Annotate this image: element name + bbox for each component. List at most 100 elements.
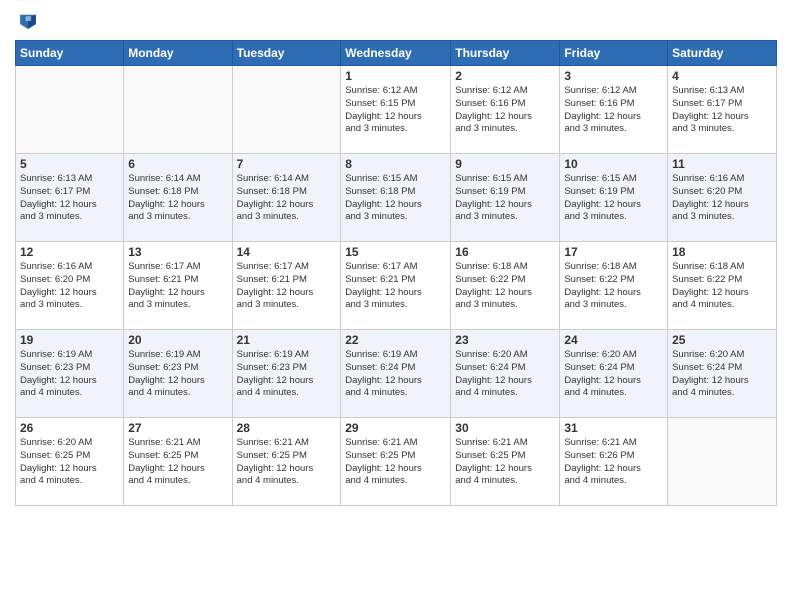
calendar-cell: 5 Sunrise: 6:13 AM Sunset: 6:17 PM Daylig…	[16, 154, 124, 242]
day-info: Sunrise: 6:14 AM Sunset: 6:18 PM Dayligh…	[128, 173, 227, 224]
day-number: 10	[564, 157, 663, 171]
weekday-header-friday: Friday	[560, 41, 668, 66]
day-info: Sunrise: 6:19 AM Sunset: 6:24 PM Dayligh…	[345, 349, 446, 400]
day-number: 14	[237, 245, 337, 259]
calendar-table: SundayMondayTuesdayWednesdayThursdayFrid…	[15, 40, 777, 506]
calendar-cell	[16, 66, 124, 154]
day-info: Sunrise: 6:15 AM Sunset: 6:19 PM Dayligh…	[564, 173, 663, 224]
calendar-cell: 21 Sunrise: 6:19 AM Sunset: 6:23 PM Dayli…	[232, 330, 341, 418]
day-info: Sunrise: 6:13 AM Sunset: 6:17 PM Dayligh…	[20, 173, 119, 224]
day-number: 28	[237, 421, 337, 435]
calendar-cell: 26 Sunrise: 6:20 AM Sunset: 6:25 PM Dayli…	[16, 418, 124, 506]
day-info: Sunrise: 6:21 AM Sunset: 6:25 PM Dayligh…	[128, 437, 227, 488]
calendar-cell: 11 Sunrise: 6:16 AM Sunset: 6:20 PM Dayli…	[668, 154, 777, 242]
day-number: 4	[672, 69, 772, 83]
calendar-cell: 4 Sunrise: 6:13 AM Sunset: 6:17 PM Daylig…	[668, 66, 777, 154]
calendar-cell: 1 Sunrise: 6:12 AM Sunset: 6:15 PM Daylig…	[341, 66, 451, 154]
day-info: Sunrise: 6:17 AM Sunset: 6:21 PM Dayligh…	[345, 261, 446, 312]
weekday-header-saturday: Saturday	[668, 41, 777, 66]
day-info: Sunrise: 6:18 AM Sunset: 6:22 PM Dayligh…	[455, 261, 555, 312]
day-info: Sunrise: 6:13 AM Sunset: 6:17 PM Dayligh…	[672, 85, 772, 136]
day-number: 6	[128, 157, 227, 171]
header	[15, 10, 777, 32]
day-info: Sunrise: 6:18 AM Sunset: 6:22 PM Dayligh…	[564, 261, 663, 312]
day-number: 15	[345, 245, 446, 259]
calendar-cell: 20 Sunrise: 6:19 AM Sunset: 6:23 PM Dayli…	[124, 330, 232, 418]
calendar-week-1: 1 Sunrise: 6:12 AM Sunset: 6:15 PM Daylig…	[16, 66, 777, 154]
logo-area	[15, 10, 43, 32]
day-info: Sunrise: 6:21 AM Sunset: 6:25 PM Dayligh…	[237, 437, 337, 488]
day-info: Sunrise: 6:19 AM Sunset: 6:23 PM Dayligh…	[237, 349, 337, 400]
day-number: 17	[564, 245, 663, 259]
weekday-header-monday: Monday	[124, 41, 232, 66]
day-number: 27	[128, 421, 227, 435]
day-info: Sunrise: 6:15 AM Sunset: 6:19 PM Dayligh…	[455, 173, 555, 224]
calendar-cell: 30Sunrise: 6:21 AM Sunset: 6:25 PM Dayli…	[451, 418, 560, 506]
day-number: 11	[672, 157, 772, 171]
calendar-cell: 24Sunrise: 6:20 AM Sunset: 6:24 PM Dayli…	[560, 330, 668, 418]
day-info: Sunrise: 6:18 AM Sunset: 6:22 PM Dayligh…	[672, 261, 772, 312]
day-number: 8	[345, 157, 446, 171]
day-number: 26	[20, 421, 119, 435]
calendar-cell: 15 Sunrise: 6:17 AM Sunset: 6:21 PM Dayli…	[341, 242, 451, 330]
day-number: 1	[345, 69, 446, 83]
calendar-week-5: 26 Sunrise: 6:20 AM Sunset: 6:25 PM Dayli…	[16, 418, 777, 506]
weekday-header-row: SundayMondayTuesdayWednesdayThursdayFrid…	[16, 41, 777, 66]
calendar-cell: 29Sunrise: 6:21 AM Sunset: 6:25 PM Dayli…	[341, 418, 451, 506]
general-blue-logo-icon	[17, 10, 39, 32]
calendar-cell: 17 Sunrise: 6:18 AM Sunset: 6:22 PM Dayli…	[560, 242, 668, 330]
day-info: Sunrise: 6:20 AM Sunset: 6:25 PM Dayligh…	[20, 437, 119, 488]
calendar-week-2: 5 Sunrise: 6:13 AM Sunset: 6:17 PM Daylig…	[16, 154, 777, 242]
weekday-header-sunday: Sunday	[16, 41, 124, 66]
day-number: 30	[455, 421, 555, 435]
calendar-cell: 7Sunrise: 6:14 AM Sunset: 6:18 PM Daylig…	[232, 154, 341, 242]
day-info: Sunrise: 6:12 AM Sunset: 6:15 PM Dayligh…	[345, 85, 446, 136]
day-number: 21	[237, 333, 337, 347]
calendar-cell: 23 Sunrise: 6:20 AM Sunset: 6:24 PM Dayli…	[451, 330, 560, 418]
day-info: Sunrise: 6:20 AM Sunset: 6:24 PM Dayligh…	[564, 349, 663, 400]
day-info: Sunrise: 6:19 AM Sunset: 6:23 PM Dayligh…	[128, 349, 227, 400]
day-info: Sunrise: 6:12 AM Sunset: 6:16 PM Dayligh…	[455, 85, 555, 136]
day-number: 13	[128, 245, 227, 259]
day-number: 31	[564, 421, 663, 435]
day-info: Sunrise: 6:16 AM Sunset: 6:20 PM Dayligh…	[672, 173, 772, 224]
calendar-cell: 16 Sunrise: 6:18 AM Sunset: 6:22 PM Dayli…	[451, 242, 560, 330]
day-number: 20	[128, 333, 227, 347]
day-info: Sunrise: 6:15 AM Sunset: 6:18 PM Dayligh…	[345, 173, 446, 224]
day-number: 2	[455, 69, 555, 83]
calendar-cell: 25 Sunrise: 6:20 AM Sunset: 6:24 PM Dayli…	[668, 330, 777, 418]
calendar-cell: 3 Sunrise: 6:12 AM Sunset: 6:16 PM Daylig…	[560, 66, 668, 154]
calendar-week-3: 12Sunrise: 6:16 AM Sunset: 6:20 PM Dayli…	[16, 242, 777, 330]
day-info: Sunrise: 6:17 AM Sunset: 6:21 PM Dayligh…	[237, 261, 337, 312]
calendar-cell: 22 Sunrise: 6:19 AM Sunset: 6:24 PM Dayli…	[341, 330, 451, 418]
calendar-cell: 19 Sunrise: 6:19 AM Sunset: 6:23 PM Dayli…	[16, 330, 124, 418]
day-number: 25	[672, 333, 772, 347]
day-number: 22	[345, 333, 446, 347]
calendar-cell	[124, 66, 232, 154]
day-info: Sunrise: 6:20 AM Sunset: 6:24 PM Dayligh…	[455, 349, 555, 400]
day-number: 16	[455, 245, 555, 259]
calendar-cell	[668, 418, 777, 506]
calendar-cell: 13 Sunrise: 6:17 AM Sunset: 6:21 PM Dayli…	[124, 242, 232, 330]
calendar-cell: 6 Sunrise: 6:14 AM Sunset: 6:18 PM Daylig…	[124, 154, 232, 242]
weekday-header-tuesday: Tuesday	[232, 41, 341, 66]
calendar-cell: 8 Sunrise: 6:15 AM Sunset: 6:18 PM Daylig…	[341, 154, 451, 242]
day-info: Sunrise: 6:20 AM Sunset: 6:24 PM Dayligh…	[672, 349, 772, 400]
calendar-cell: 28 Sunrise: 6:21 AM Sunset: 6:25 PM Dayli…	[232, 418, 341, 506]
day-number: 23	[455, 333, 555, 347]
weekday-header-wednesday: Wednesday	[341, 41, 451, 66]
calendar-cell: 2 Sunrise: 6:12 AM Sunset: 6:16 PM Daylig…	[451, 66, 560, 154]
day-info: Sunrise: 6:21 AM Sunset: 6:26 PM Dayligh…	[564, 437, 663, 488]
day-number: 29	[345, 421, 446, 435]
weekday-header-thursday: Thursday	[451, 41, 560, 66]
day-info: Sunrise: 6:12 AM Sunset: 6:16 PM Dayligh…	[564, 85, 663, 136]
day-number: 3	[564, 69, 663, 83]
day-info: Sunrise: 6:17 AM Sunset: 6:21 PM Dayligh…	[128, 261, 227, 312]
page: SundayMondayTuesdayWednesdayThursdayFrid…	[0, 0, 792, 612]
day-number: 5	[20, 157, 119, 171]
calendar-cell	[232, 66, 341, 154]
day-number: 19	[20, 333, 119, 347]
calendar-cell: 31 Sunrise: 6:21 AM Sunset: 6:26 PM Dayli…	[560, 418, 668, 506]
calendar-cell: 12Sunrise: 6:16 AM Sunset: 6:20 PM Dayli…	[16, 242, 124, 330]
day-info: Sunrise: 6:19 AM Sunset: 6:23 PM Dayligh…	[20, 349, 119, 400]
